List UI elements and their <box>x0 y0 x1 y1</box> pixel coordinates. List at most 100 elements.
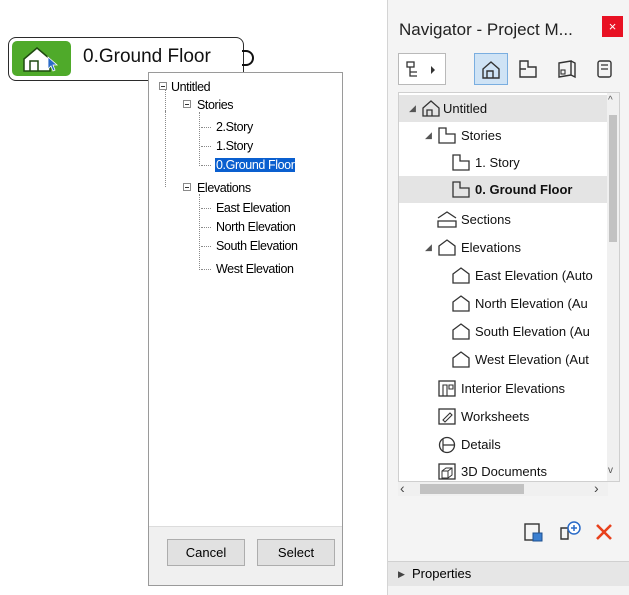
tree-node-label: South Elevation <box>216 239 298 253</box>
tree-guide-line <box>201 227 211 228</box>
tree-node-label: Untitled <box>171 80 211 94</box>
nav-node-story[interactable]: 1. Story <box>399 149 609 176</box>
properties-bar[interactable]: ▶ Properties <box>388 561 629 586</box>
tree-node-story-selected[interactable]: 0.Ground Floor <box>215 157 296 173</box>
nav-node-story-current[interactable]: 0. Ground Floor <box>399 176 609 203</box>
nav-node-sections[interactable]: Sections <box>399 206 609 233</box>
tree-node-elevation[interactable]: South Elevation <box>216 238 298 254</box>
tree-node-label: West Elevation <box>216 262 294 276</box>
nav-node-label: South Elevation (Au <box>475 324 590 339</box>
house-icon <box>482 61 500 79</box>
navigator-mode-dropdown[interactable] <box>398 53 446 85</box>
section-icon <box>437 211 457 228</box>
nav-node-label: North Elevation (Au <box>475 296 588 311</box>
tree-guide-line <box>201 269 211 270</box>
navigator-panel: Navigator - Project M... × ◢ Untitled ◢ … <box>387 0 629 595</box>
collapse-icon[interactable] <box>159 82 167 90</box>
cancel-button[interactable]: Cancel <box>167 539 245 566</box>
interior-elevation-icon <box>438 380 456 397</box>
nav-node-label: Interior Elevations <box>461 381 566 396</box>
story-house-icon <box>23 47 59 72</box>
nav-node-interior-elevations[interactable]: Interior Elevations <box>399 375 609 402</box>
navigator-title: Navigator - Project M... <box>399 20 573 39</box>
nav-node-label: West Elevation (Aut <box>475 352 589 367</box>
tree-guide-line <box>199 194 200 270</box>
elevation-icon <box>452 295 470 312</box>
nav-node-label: 3D Documents <box>461 464 547 479</box>
nav-node-root[interactable]: ◢ Untitled <box>399 95 609 122</box>
properties-label: Properties <box>412 566 472 581</box>
project-map-tree: ◢ Untitled ◢ Stories 1. Story 0. Ground … <box>398 92 620 482</box>
tree-node-story[interactable]: 2.Story <box>216 119 253 135</box>
nav-node-worksheets[interactable]: Worksheets <box>399 403 609 430</box>
story-icon <box>438 127 456 144</box>
detail-icon <box>438 436 456 454</box>
tree-horizontal-scrollbar[interactable]: ‹ › <box>398 480 608 496</box>
floor-plan-icon <box>519 60 537 78</box>
nav-node-label: Stories <box>461 128 502 143</box>
nav-node-elevation[interactable]: East Elevation (Auto <box>399 262 609 289</box>
collapse-icon[interactable] <box>183 183 191 191</box>
nav-node-elevation[interactable]: West Elevation (Aut <box>399 346 609 373</box>
scrollbar-thumb[interactable] <box>609 115 617 242</box>
delete-icon[interactable] <box>592 520 616 544</box>
view-settings-icon[interactable] <box>522 520 546 544</box>
tree-vertical-scrollbar[interactable]: ^ v <box>607 93 619 481</box>
tree-node-label: East Elevation <box>216 201 291 215</box>
tree-node-label: Elevations <box>197 181 251 195</box>
house-icon <box>422 100 440 117</box>
view-map-button[interactable] <box>512 53 546 85</box>
nav-node-label: 1. Story <box>475 155 520 170</box>
navigator-toolbar <box>388 48 629 90</box>
expanded-arrow-icon[interactable]: ◢ <box>425 122 432 149</box>
scroll-up-icon[interactable]: ^ <box>608 95 613 106</box>
publisher-sets-button[interactable] <box>588 53 622 85</box>
close-icon[interactable]: × <box>602 16 623 37</box>
expanded-arrow-icon[interactable]: ◢ <box>425 234 432 261</box>
scrollbar-thumb[interactable] <box>420 484 524 494</box>
navigator-bottom-toolbar <box>388 520 629 550</box>
story-picker-popup: Untitled Stories 2.Story 1.Story 0.Groun… <box>148 72 343 586</box>
tree-node-elevation[interactable]: East Elevation <box>216 200 291 216</box>
tree-guide-line <box>165 111 166 187</box>
layout-book-icon <box>558 60 576 79</box>
story-type-badge <box>12 41 71 76</box>
tree-guide-line <box>201 208 211 209</box>
select-button[interactable]: Select <box>257 539 335 566</box>
scroll-down-icon[interactable]: v <box>608 465 613 476</box>
tree-node-elevation[interactable]: West Elevation <box>216 261 294 277</box>
tree-node-label: 1.Story <box>216 139 253 153</box>
elevation-icon <box>452 323 470 340</box>
elevation-icon <box>452 351 470 368</box>
tree-mode-icon <box>406 61 435 77</box>
nav-node-elevation[interactable]: South Elevation (Au <box>399 318 609 345</box>
expand-arrow-icon[interactable]: ▶ <box>398 562 405 586</box>
elevation-icon <box>452 267 470 284</box>
layout-book-button[interactable] <box>550 53 584 85</box>
tree-node-label: Stories <box>197 98 234 112</box>
elevation-icon <box>438 239 456 256</box>
nav-node-elevations[interactable]: ◢ Elevations <box>399 234 609 261</box>
nav-node-stories[interactable]: ◢ Stories <box>399 122 609 149</box>
new-view-icon[interactable] <box>558 520 582 544</box>
node-connector-port[interactable] <box>242 50 254 66</box>
story-icon <box>452 181 470 198</box>
publisher-icon <box>597 60 612 78</box>
nav-node-label: Untitled <box>443 101 488 116</box>
scroll-right-icon[interactable]: › <box>594 480 599 496</box>
nav-node-details[interactable]: Details <box>399 431 609 458</box>
tree-node-elevation[interactable]: North Elevation <box>216 219 296 235</box>
nav-node-label: Details <box>461 437 501 452</box>
nav-node-3d-documents[interactable]: 3D Documents <box>399 458 609 481</box>
scroll-left-icon[interactable]: ‹ <box>400 480 405 496</box>
tree-guide-line <box>201 127 211 128</box>
story-node-label: 0.Ground Floor <box>83 46 211 67</box>
expanded-arrow-icon[interactable]: ◢ <box>409 95 416 122</box>
project-map-button[interactable] <box>474 53 508 85</box>
nav-node-label: Elevations <box>461 240 521 255</box>
tree-node-label: North Elevation <box>216 220 296 234</box>
collapse-icon[interactable] <box>183 100 191 108</box>
tree-node-story[interactable]: 1.Story <box>216 138 253 154</box>
nav-node-elevation[interactable]: North Elevation (Au <box>399 290 609 317</box>
tree-guide-line <box>165 87 166 111</box>
